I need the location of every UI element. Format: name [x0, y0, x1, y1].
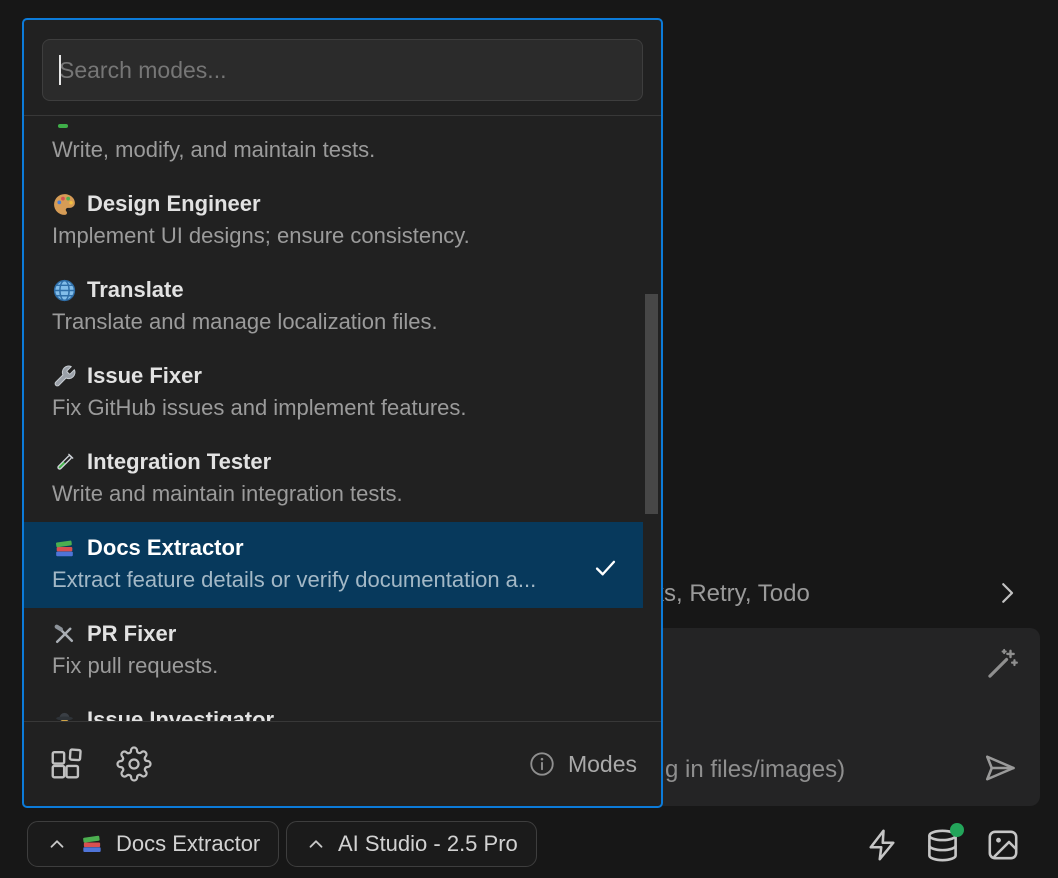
- info-icon[interactable]: [528, 750, 556, 778]
- search-input[interactable]: [42, 39, 643, 101]
- mode-selector-label: Docs Extractor: [116, 831, 260, 857]
- chat-placeholder-fragment[interactable]: g in files/images): [665, 756, 845, 784]
- chevron-up-icon: [305, 833, 327, 855]
- text-caret: [59, 55, 61, 85]
- mode-item-integration-tester[interactable]: Integration Tester Write and maintain in…: [24, 436, 643, 522]
- auto-approve-lightning-icon[interactable]: [864, 827, 900, 863]
- palette-icon: [52, 192, 77, 217]
- send-icon[interactable]: [982, 750, 1018, 786]
- mode-title: PR Fixer: [87, 620, 176, 648]
- mode-description: Fix pull requests.: [52, 652, 615, 680]
- mode-description: Write, modify, and maintain tests.: [52, 136, 615, 164]
- chat-input-panel[interactable]: g in files/images): [642, 628, 1040, 806]
- marketplace-icon[interactable]: [48, 745, 86, 783]
- books-icon: [79, 831, 105, 857]
- mode-title: Docs Extractor: [87, 534, 244, 562]
- app-screen: sks, Retry, Todo g in files/images): [0, 0, 1058, 878]
- mode-title: Issue Investigator: [87, 706, 274, 721]
- mode-title: Issue Fixer: [87, 362, 202, 390]
- mode-picker-footer: Modes: [24, 722, 661, 806]
- mode-list: Write, modify, and maintain tests. Desig…: [24, 116, 661, 721]
- task-history-row[interactable]: sks, Retry, Todo: [640, 576, 1040, 612]
- chevron-right-icon[interactable]: [992, 578, 1022, 608]
- history-text-fragment: sks, Retry, Todo: [640, 580, 810, 608]
- mode-description: Translate and manage localization files.: [52, 308, 615, 336]
- books-icon: [52, 536, 77, 561]
- chevron-up-icon: [46, 833, 68, 855]
- scrollbar-thumb[interactable]: [645, 294, 658, 514]
- globe-icon: [52, 278, 77, 303]
- mode-item-docs-extractor[interactable]: Docs Extractor Extract feature details o…: [24, 522, 643, 608]
- mode-item-pr-fixer[interactable]: PR Fixer Fix pull requests.: [24, 608, 643, 694]
- mode-item-design-engineer[interactable]: Design Engineer Implement UI designs; en…: [24, 178, 643, 264]
- mode-description: Extract feature details or verify docume…: [52, 566, 615, 594]
- gear-icon[interactable]: [116, 746, 152, 782]
- mode-title: Translate: [87, 276, 184, 304]
- image-attach-icon[interactable]: [985, 827, 1021, 863]
- mode-item-issue-fixer[interactable]: Issue Fixer Fix GitHub issues and implem…: [24, 350, 643, 436]
- mode-title: Design Engineer: [87, 190, 261, 218]
- mode-item-clipped[interactable]: Write, modify, and maintain tests.: [24, 116, 643, 178]
- checkmark-icon: [592, 554, 619, 581]
- mode-description: Write and maintain integration tests.: [52, 480, 615, 508]
- wrench-icon: [52, 364, 77, 389]
- test-tube-icon: [52, 450, 77, 475]
- mode-item-issue-investigator[interactable]: Issue Investigator: [24, 694, 643, 721]
- mode-description: Implement UI designs; ensure consistency…: [52, 222, 615, 250]
- mode-description: Fix GitHub issues and implement features…: [52, 394, 615, 422]
- mode-title: Integration Tester: [87, 448, 271, 476]
- modes-footer-label: Modes: [568, 751, 637, 778]
- search-area: [24, 20, 661, 115]
- green-status-dot: [950, 823, 964, 837]
- mode-item-translate[interactable]: Translate Translate and manage localizat…: [24, 264, 643, 350]
- detective-icon: [52, 708, 77, 722]
- model-selector-label: AI Studio - 2.5 Pro: [338, 831, 518, 857]
- hammer-wrench-icon: [52, 622, 77, 647]
- model-selector-button[interactable]: AI Studio - 2.5 Pro: [286, 821, 537, 867]
- mode-picker-popup: Write, modify, and maintain tests. Desig…: [22, 18, 663, 808]
- clipped-emoji-sliver: [58, 124, 68, 128]
- mode-selector-button[interactable]: Docs Extractor: [27, 821, 279, 867]
- enhance-prompt-icon[interactable]: [982, 646, 1020, 684]
